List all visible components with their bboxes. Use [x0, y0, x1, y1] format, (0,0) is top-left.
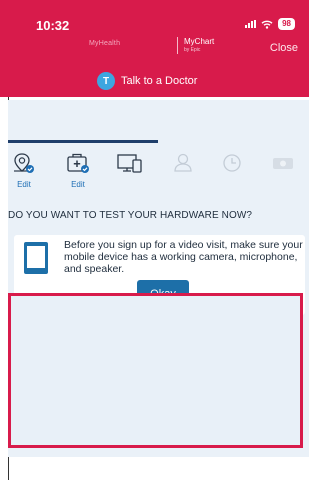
- talk-to-doctor-title: T Talk to a Doctor: [97, 72, 197, 90]
- step-person: [171, 152, 195, 179]
- tablet-icon: [24, 242, 48, 274]
- step-clock: [220, 152, 244, 179]
- mychart-logo-byline: by Epic: [184, 47, 201, 53]
- highlighted-empty-region: [8, 293, 303, 448]
- devices-icon: [117, 154, 142, 173]
- page-title: Talk to a Doctor: [121, 75, 198, 87]
- mychart-logo-text: MyChart: [184, 37, 215, 46]
- step-medical-label: Edit: [71, 180, 85, 189]
- step-payment: [270, 152, 296, 179]
- app-header: 10:32 98 MyHealth MyChart by Epic Close …: [0, 0, 309, 97]
- wifi-icon: [261, 20, 273, 29]
- avatar: T: [97, 72, 115, 90]
- brand-divider: [177, 37, 178, 54]
- progress-bar: [8, 140, 158, 143]
- battery-indicator: 98: [278, 18, 295, 30]
- medical-kit-icon: [67, 153, 89, 173]
- step-location-label: Edit: [17, 180, 31, 189]
- status-time: 10:32: [36, 18, 70, 33]
- cellular-signal-icon: [245, 20, 257, 28]
- step-devices[interactable]: [116, 152, 144, 179]
- step-location[interactable]: Edit: [12, 152, 36, 189]
- status-icons: 98: [245, 18, 295, 30]
- location-icon: [14, 153, 34, 173]
- payment-icon: [273, 158, 293, 169]
- hardware-test-question: DO YOU WANT TO TEST YOUR HARDWARE NOW?: [8, 210, 253, 221]
- step-medical[interactable]: Edit: [65, 152, 91, 189]
- main-content: Edit Edit DO YOU WANT TO TEST YOUR HARDW…: [8, 100, 309, 457]
- close-button[interactable]: Close: [270, 42, 298, 54]
- brand-logo-left: MyHealth: [89, 40, 121, 47]
- hardware-info-text: Before you sign up for a video visit, ma…: [64, 239, 303, 275]
- mychart-logo: MyChart by Epic: [184, 37, 214, 55]
- clock-icon: [223, 154, 241, 172]
- step-tracker: Edit Edit: [8, 152, 309, 192]
- person-icon: [174, 153, 192, 172]
